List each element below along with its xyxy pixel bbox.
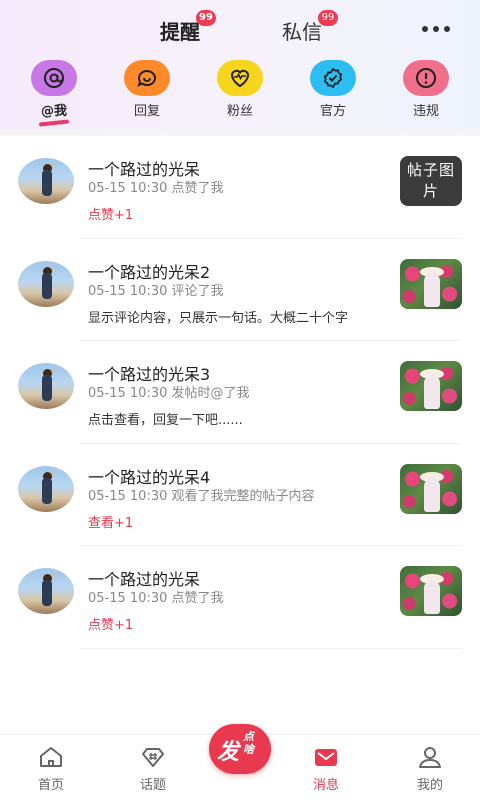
profile-icon (419, 747, 441, 768)
list-item[interactable]: 一个路过的光呆3 05-15 10:30 发帖时@了我 点击查看，回复一下吧..… (0, 341, 480, 444)
warning-icon (403, 60, 449, 96)
avatar[interactable] (18, 465, 74, 512)
category-replies-label: 回复 (133, 104, 160, 119)
timestamp: 05-15 10:30 (88, 591, 168, 606)
event-text: 观看了我完整的帖子内容 (171, 488, 315, 504)
detail-text: 点赞+1 (88, 618, 134, 633)
top-tabs: 提醒 99 私信 99 (0, 10, 480, 50)
category-official[interactable]: 官方 (298, 60, 368, 119)
event-text: 点赞了我 (171, 181, 224, 196)
notification-list: 一个路过的光呆 05-15 10:30 点赞了我 点赞+1 帖子图片 一个路过的… (0, 136, 480, 649)
list-item[interactable]: 一个路过的光呆 05-15 10:30 点赞了我 点赞+1 帖子图片 (0, 136, 480, 239)
category-violations[interactable]: 违规 (391, 60, 461, 119)
post-button[interactable]: 发 点啥 (209, 724, 271, 774)
tab-private-messages[interactable]: 私信 99 (282, 10, 338, 45)
event-text: 发帖时@了我 (171, 386, 250, 401)
timestamp: 05-15 10:30 (88, 181, 168, 196)
category-fans-label: 粉丝 (226, 104, 253, 119)
post-thumbnail[interactable]: 帖子图片 (400, 156, 462, 206)
detail-text: 点赞+1 (88, 208, 134, 223)
thumbnail-caption: 帖子图片 (406, 161, 455, 200)
header: 提醒 99 私信 99 @我 回复 粉丝 官方 违规 (0, 0, 480, 130)
smile-chat-icon (124, 60, 170, 96)
list-item[interactable]: 一个路过的光呆2 05-15 10:30 评论了我 显示评论内容，只展示一句话。… (0, 239, 480, 341)
nav-profile-label: 我的 (416, 778, 443, 793)
reminders-badge: 99 (196, 10, 216, 26)
nav-home[interactable]: 首页 (21, 745, 81, 793)
list-item[interactable]: 一个路过的光呆 05-15 10:30 点赞了我 点赞+1 (0, 546, 480, 649)
meta-line: 05-15 10:30 发帖时@了我 (88, 382, 250, 401)
avatar[interactable] (18, 363, 74, 409)
active-underline (38, 119, 70, 127)
message-icon (315, 749, 337, 766)
timestamp: 05-15 10:30 (88, 488, 168, 504)
nav-messages[interactable]: 消息 (296, 745, 356, 793)
item-divider (80, 647, 462, 649)
private-messages-badge: 99 (318, 10, 338, 26)
post-button-big: 发 (217, 740, 240, 765)
category-mentions[interactable]: @我 (19, 60, 89, 127)
event-text: 点赞了我 (171, 591, 224, 606)
post-thumbnail[interactable] (400, 566, 462, 616)
category-replies[interactable]: 回复 (112, 60, 182, 119)
heart-pulse-icon (217, 60, 263, 96)
meta-line: 05-15 10:30 点赞了我 (88, 587, 224, 606)
comment-preview: 显示评论内容，只展示一句话。大概二十个字 (88, 310, 349, 326)
official-badge-icon (310, 60, 356, 96)
avatar[interactable] (18, 260, 74, 307)
category-mentions-label: @我 (40, 104, 67, 119)
category-fans[interactable]: 粉丝 (205, 60, 275, 119)
at-icon (31, 60, 77, 96)
nav-topics-label: 话题 (139, 778, 166, 793)
home-icon (40, 747, 62, 767)
post-thumbnail[interactable] (400, 258, 462, 309)
timestamp: 05-15 10:30 (88, 283, 168, 299)
meta-line: 05-15 10:30 评论了我 (88, 280, 224, 299)
detail-text: 点击查看，回复一下吧...... (88, 413, 243, 428)
detail-text: 查看+1 (88, 515, 134, 531)
event-text: 评论了我 (171, 283, 224, 299)
tab-private-messages-label: 私信 (282, 20, 322, 44)
post-thumbnail[interactable] (400, 463, 462, 514)
post-button-small: 点啥 (243, 730, 254, 756)
more-icon[interactable] (422, 22, 450, 36)
tab-reminders[interactable]: 提醒 99 (160, 10, 216, 45)
category-violations-label: 违规 (412, 104, 439, 119)
meta-line: 05-15 10:30 观看了我完整的帖子内容 (88, 485, 315, 504)
avatar[interactable] (18, 158, 74, 204)
category-official-label: 官方 (319, 104, 346, 119)
tab-reminders-label: 提醒 (160, 20, 200, 44)
nav-messages-label: 消息 (312, 778, 339, 793)
nav-topics[interactable]: 话题 (123, 745, 183, 793)
nav-profile[interactable]: 我的 (400, 745, 460, 793)
topic-diamond-icon (142, 748, 164, 767)
post-thumbnail[interactable] (400, 361, 462, 411)
category-row: @我 回复 粉丝 官方 违规 (0, 60, 480, 127)
nav-home-label: 首页 (37, 778, 64, 793)
list-item[interactable]: 一个路过的光呆4 05-15 10:30 观看了我完整的帖子内容 查看+1 (0, 444, 480, 546)
meta-line: 05-15 10:30 点赞了我 (88, 177, 224, 196)
avatar[interactable] (18, 568, 74, 614)
timestamp: 05-15 10:30 (88, 386, 168, 401)
